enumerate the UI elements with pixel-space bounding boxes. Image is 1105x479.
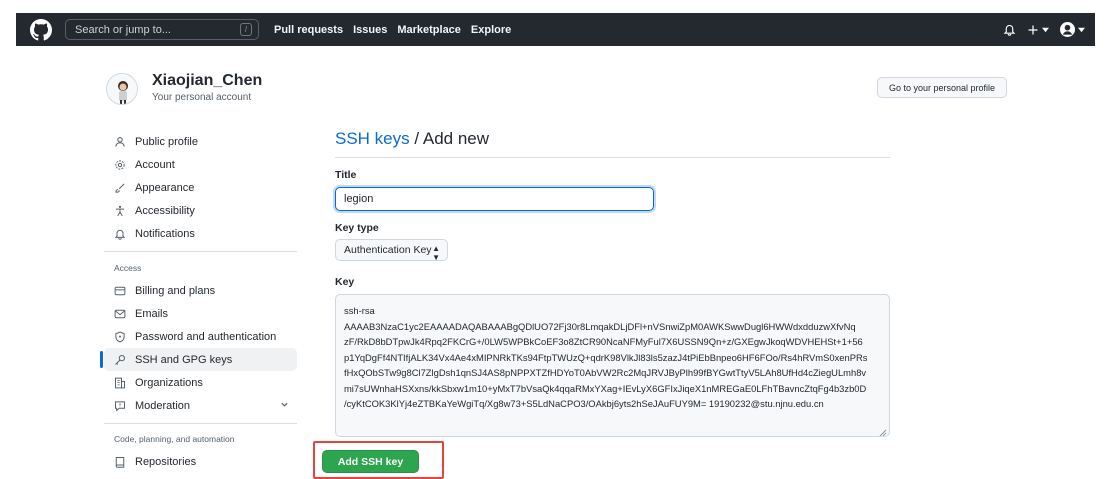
global-header: Search or jump to... / Pull requests Iss… (16, 13, 1095, 46)
chevron-down-icon (280, 400, 289, 412)
nav-pull-requests[interactable]: Pull requests (274, 24, 343, 36)
key-line: fHxQObSTw9g8Cl7ZlgDsh1qnSJ4AS8pNPPXTZfHD… (344, 367, 867, 378)
mail-icon (114, 308, 126, 320)
sidebar-item-label: Account (135, 158, 175, 171)
sidebar-item-label: Accessibility (135, 204, 195, 217)
sidebar-divider (104, 423, 297, 424)
title-field-label: Title (335, 169, 357, 181)
key-line: /cyKtCOK3KlYj4eZTBKaYeWgiTq/Xg8w73+S5LdN… (344, 398, 824, 409)
search-input[interactable]: Search or jump to... / (65, 19, 259, 40)
sidebar-item-label: SSH and GPG keys (135, 353, 233, 366)
gear-icon (114, 159, 126, 171)
credit-card-icon (114, 285, 126, 297)
report-icon (114, 400, 126, 412)
nav-marketplace[interactable]: Marketplace (397, 24, 461, 36)
sidebar-item-label: Password and authentication (135, 330, 277, 343)
page-title: SSH keys / Add new (335, 129, 489, 149)
sidebar-item-organizations[interactable]: Organizations (104, 371, 297, 394)
create-new-dropdown[interactable] (1027, 24, 1049, 36)
user-avatar-icon (1060, 22, 1075, 37)
sidebar-item-label: Public profile (135, 135, 198, 148)
key-field-label: Key (335, 276, 355, 288)
header-actions (1003, 13, 1085, 46)
avatar (106, 73, 138, 105)
bell-icon (114, 228, 126, 240)
nav-explore[interactable]: Explore (471, 24, 511, 36)
paintbrush-icon (114, 182, 126, 194)
user-menu[interactable] (1060, 22, 1085, 37)
nav-issues[interactable]: Issues (353, 24, 387, 36)
caret-down-icon (1042, 26, 1049, 33)
sidebar-divider (104, 251, 297, 252)
organization-icon (114, 377, 126, 389)
select-arrows-icon: ▲ ▼ (432, 244, 440, 262)
key-type-select[interactable]: Authentication Key ▲ ▼ (335, 239, 448, 262)
key-type-label: Key type (335, 222, 379, 234)
sidebar-item-ssh-gpg-keys[interactable]: SSH and GPG keys (100, 348, 297, 371)
github-logo-icon[interactable] (30, 19, 52, 41)
sidebar-item-label: Moderation (135, 399, 191, 412)
sidebar-item-account[interactable]: Account (104, 153, 297, 176)
sidebar-item-repositories[interactable]: Repositories (104, 450, 297, 473)
sidebar-item-label: Billing and plans (135, 284, 216, 297)
account-subtitle: Your personal account (152, 92, 252, 103)
account-name[interactable]: Xiaojian_Chen (152, 72, 262, 90)
sidebar-section-heading: Access (114, 263, 142, 273)
header-nav: Pull requests Issues Marketplace Explore (274, 13, 511, 46)
sidebar-item-billing[interactable]: Billing and plans (104, 279, 297, 302)
key-icon (114, 354, 126, 366)
sidebar-item-appearance[interactable]: Appearance (104, 176, 297, 199)
key-textarea[interactable]: ssh-rsa AAAAB3NzaC1yc2EAAAADAQABAAABgQDl… (335, 294, 890, 437)
shield-lock-icon (114, 331, 126, 343)
title-divider (335, 157, 890, 158)
sidebar-item-accessibility[interactable]: Accessibility (104, 199, 297, 222)
breadcrumb-current: / Add new (409, 129, 490, 148)
sidebar-item-moderation[interactable]: Moderation (104, 394, 297, 417)
sidebar-item-label: Repositories (135, 455, 197, 468)
sidebar-item-label: Emails (135, 307, 169, 320)
search-placeholder: Search or jump to... (75, 23, 171, 36)
key-line: p1YqDgFf4NTIfjALK34Vx4Ae4xMIPNRkTKs94Ftp… (344, 351, 868, 363)
sidebar-item-public-profile[interactable]: Public profile (104, 130, 297, 153)
bell-icon[interactable] (1003, 23, 1016, 36)
sidebar-item-label: Appearance (135, 181, 195, 194)
sidebar-item-emails[interactable]: Emails (104, 302, 297, 325)
add-ssh-key-button[interactable]: Add SSH key (322, 450, 419, 473)
sidebar-item-label: Notifications (135, 227, 195, 240)
sidebar-item-label: Organizations (135, 376, 203, 389)
breadcrumb-ssh-keys-link[interactable]: SSH keys (335, 129, 410, 148)
key-line: AAAAB3NzaC1yc2EAAAADAQABAAABgQDlUO72Fj30… (344, 320, 856, 332)
go-to-profile-button[interactable]: Go to your personal profile (877, 77, 1007, 98)
key-type-value: Authentication Key (344, 244, 432, 256)
sidebar-item-notifications[interactable]: Notifications (104, 222, 297, 245)
repo-icon (114, 456, 126, 468)
sidebar-item-password[interactable]: Password and authentication (104, 325, 297, 348)
key-line: mi7sUWnhaHSXxns/kkSbxw1m10+yMxT7bVsaQk4q… (344, 382, 867, 394)
key-line: zF/RkD8bDTpwJk4Rpq2FKCrG+/0LW5WPBkCoEF3o… (344, 336, 863, 347)
accessibility-icon (114, 205, 126, 217)
title-input[interactable]: legion (335, 187, 654, 211)
resize-handle-icon[interactable] (879, 426, 887, 436)
caret-down-icon (1078, 26, 1085, 33)
sidebar-section-heading: Code, planning, and automation (114, 434, 235, 444)
search-shortcut-badge: / (240, 23, 252, 36)
plus-icon (1027, 24, 1039, 36)
key-line: ssh-rsa (344, 305, 375, 316)
person-icon (114, 136, 126, 148)
